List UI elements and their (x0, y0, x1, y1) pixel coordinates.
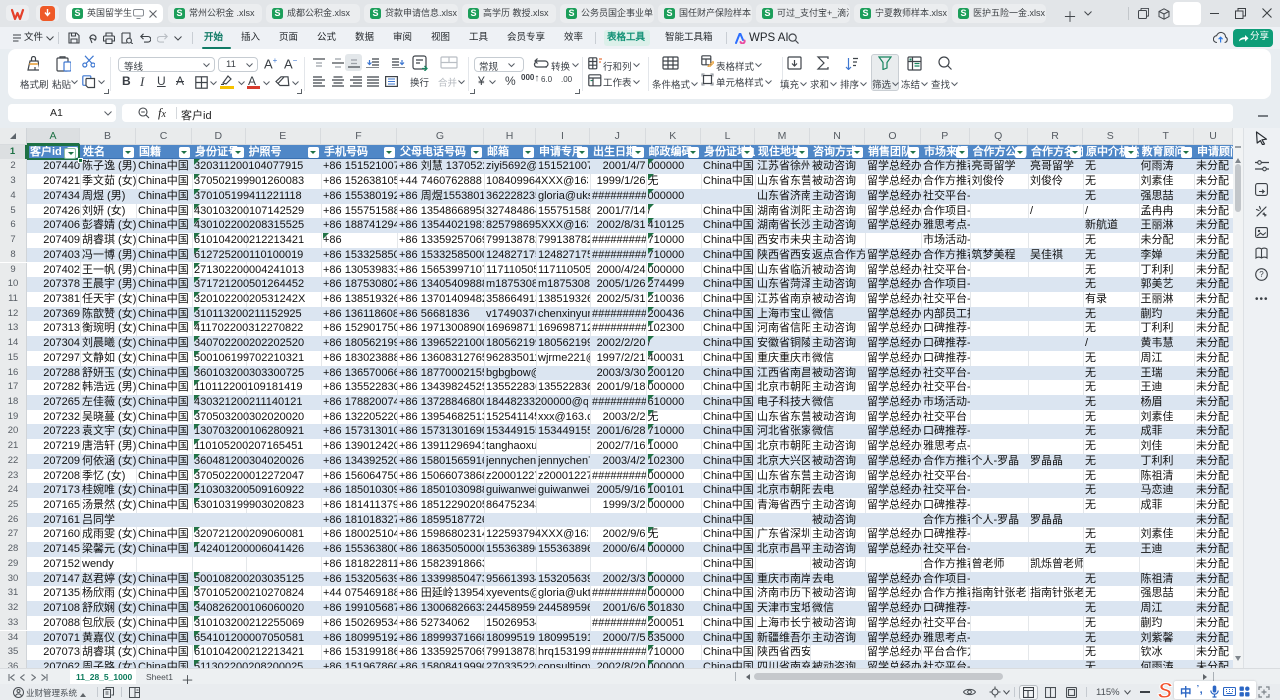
svg-text:?: ? (1259, 270, 1264, 279)
svg-text:S: S (1158, 679, 1173, 700)
